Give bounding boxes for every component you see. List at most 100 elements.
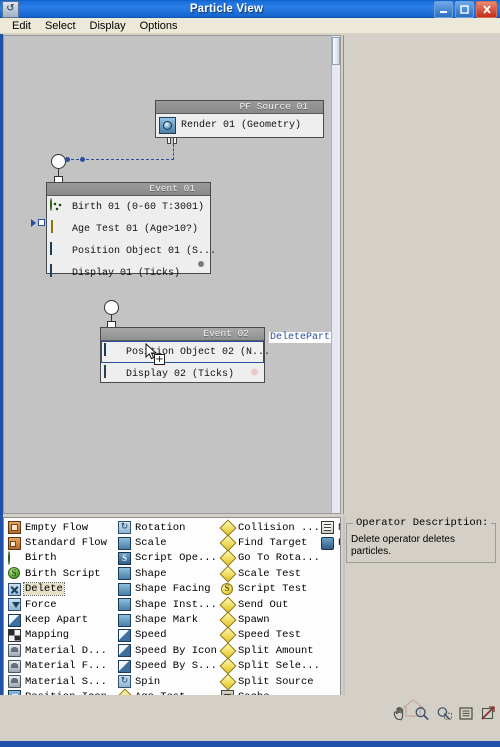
find-target-icon — [219, 534, 236, 552]
depot-item-shape[interactable]: Shape — [114, 566, 217, 581]
depot-item-label: Split Amount — [238, 644, 314, 657]
menu-item-select[interactable]: Select — [38, 19, 83, 33]
depot-item-birth[interactable]: Birth — [4, 550, 114, 566]
depot-item-go-to-rotation[interactable]: Go To Rota... — [217, 549, 320, 567]
shape-mark-icon — [118, 613, 131, 627]
zoom-extents-icon[interactable] — [457, 705, 475, 722]
menu-item-options[interactable]: Options — [133, 19, 185, 33]
event01-row-display[interactable]: Display 01 (Ticks) — [47, 262, 210, 284]
depot-item-shape-mark[interactable]: Shape Mark — [114, 612, 217, 627]
depot-column-1: Empty Flow Standard Flow Birth S Birth S… — [4, 520, 114, 710]
event02-row-label: Display 02 (Ticks) — [126, 368, 235, 380]
depot-item-scale[interactable]: Scale — [114, 535, 217, 550]
depot-item-label: Go To Rota... — [238, 552, 320, 565]
depot-item-force[interactable]: Force — [4, 597, 114, 612]
rotation-icon: ↻ — [118, 521, 131, 535]
depot-item-scale-test[interactable]: Scale Test — [217, 565, 317, 583]
speed-icon — [118, 628, 131, 642]
mapping-icon — [8, 628, 21, 642]
empty-flow-icon — [8, 521, 21, 535]
depot-item-shape-instance[interactable]: Shape Inst... — [114, 597, 217, 612]
depot-item-rotation[interactable]: ↻ Rotation — [114, 520, 217, 535]
event01-row-birth[interactable]: Birth 01 (0-60 T:3001) — [47, 196, 210, 218]
event01-node[interactable]: Event 01 Birth 01 (0-60 T:3001) Age Test… — [46, 182, 216, 279]
zoom-extents-selected-icon[interactable] — [479, 705, 497, 722]
event01-row-age-test[interactable]: Age Test 01 (Age>10?) — [47, 218, 210, 240]
depot-item-label: Material F... — [25, 660, 107, 673]
depot-item-empty-flow[interactable]: Empty Flow — [4, 520, 114, 535]
depot-item-label: Birth Script — [25, 567, 101, 580]
event01-age-test-output-pin[interactable] — [38, 219, 45, 226]
script-test-icon: S — [221, 582, 234, 596]
depot-item-label: Split Sele... — [238, 660, 320, 673]
pan-hand-icon[interactable] — [391, 705, 409, 722]
depot-item-collision-spawn[interactable]: Collision ... — [217, 519, 320, 537]
operator-description-text: Delete operator deletes particles. — [351, 534, 455, 557]
scale-test-icon — [219, 565, 236, 583]
display-icon — [50, 263, 67, 282]
event01-title[interactable]: Event 01 — [47, 183, 210, 196]
depot-item-shape-facing[interactable]: Shape Facing — [114, 582, 217, 597]
zoom-region-icon[interactable] — [435, 705, 453, 722]
event02-node[interactable]: Event 02 Position Object 02 (N... Displa… — [100, 327, 270, 385]
minimize-button[interactable] — [434, 0, 453, 18]
depot-item-speed-by-surface[interactable]: Speed By S... — [114, 659, 217, 674]
shape-icon — [118, 567, 131, 581]
depot-item-speed[interactable]: Speed — [114, 628, 217, 643]
pf-source-node[interactable]: PF Source 01 Render 01 (Geometry) — [155, 100, 324, 138]
depot-item-split-selected[interactable]: Split Sele... — [217, 657, 320, 675]
depot-item-spawn[interactable]: Spawn — [217, 611, 317, 629]
depot-item-keep-apart[interactable]: Keep Apart — [4, 612, 114, 627]
depot-item-delete[interactable]: Delete — [4, 582, 114, 597]
depot-item-mapping[interactable]: Mapping — [4, 628, 114, 643]
event02-title[interactable]: Event 02 — [101, 328, 264, 341]
event02-row-position-object[interactable]: Position Object 02 (N... — [101, 341, 270, 363]
menu-item-edit[interactable]: Edit — [5, 19, 38, 33]
canvas-vertical-scrollbar[interactable] — [331, 36, 340, 513]
depot-item-notes[interactable]: N — [317, 520, 340, 535]
operator-description-groupbox: Operator Description: Delete operator de… — [346, 517, 496, 563]
status-area — [3, 696, 379, 726]
depot-item-split-source[interactable]: Split Source — [217, 673, 317, 691]
depot-item-script-test[interactable]: S Script Test — [217, 582, 317, 597]
event02-row-display[interactable]: Display 02 (Ticks) — [101, 363, 264, 385]
event01-row-label: Display 01 (Ticks) — [72, 267, 181, 279]
event-canvas[interactable]: PF Source 01 Render 01 (Geometry) Event … — [4, 36, 331, 513]
depot-item-material-dynamic[interactable]: Material D... — [4, 643, 114, 658]
force-icon — [8, 598, 21, 612]
standard-flow-icon — [8, 536, 21, 550]
depot-item-birth-script[interactable]: S Birth Script — [4, 566, 114, 581]
maximize-button[interactable] — [455, 0, 474, 18]
depot-item-label: Script Ope... — [135, 552, 217, 565]
depot-item-label: Material S... — [25, 675, 107, 688]
depot-item-material-static[interactable]: Material S... — [4, 674, 114, 689]
app-icon: ↺ — [2, 0, 19, 18]
depot-item-find-target[interactable]: Find Target — [217, 534, 317, 552]
zoom-icon[interactable] — [413, 705, 431, 722]
depot-item-label: Split Source — [238, 675, 314, 688]
depot-item-speed-test[interactable]: Speed Test — [217, 626, 317, 644]
depot-item-render[interactable]: R — [317, 535, 340, 550]
depot-list[interactable]: Empty Flow Standard Flow Birth S Birth S… — [4, 518, 340, 710]
depot-item-split-amount[interactable]: Split Amount — [217, 642, 317, 660]
depot-item-send-out[interactable]: Send Out — [217, 596, 317, 614]
event01-input-socket[interactable] — [51, 154, 66, 169]
depot-item-label: Speed By S... — [135, 660, 217, 673]
canvas-vertical-scroll-thumb[interactable] — [332, 37, 340, 65]
depot-column-4: N R — [317, 520, 340, 710]
depot-item-script-operator[interactable]: S Script Ope... — [114, 551, 217, 566]
event02-display-dot — [251, 368, 258, 376]
event-canvas-panel: PF Source 01 Render 01 (Geometry) Event … — [3, 35, 341, 514]
depot-item-standard-flow[interactable]: Standard Flow — [4, 535, 114, 550]
depot-item-spin[interactable]: ↻ Spin — [114, 674, 217, 689]
menu-item-display[interactable]: Display — [83, 19, 133, 33]
event01-row-position-object[interactable]: Position Object 01 (S... — [47, 240, 216, 262]
depot-item-label: Speed By Icon — [135, 644, 217, 657]
depot-item-material-frequency[interactable]: Material F... — [4, 659, 114, 674]
event02-input-socket[interactable] — [104, 300, 119, 315]
close-button[interactable] — [476, 0, 497, 18]
depot-item-speed-by-icon[interactable]: Speed By Icon — [114, 643, 217, 658]
node-row-label: Render 01 (Geometry) — [181, 119, 302, 131]
pf-source-title[interactable]: PF Source 01 — [156, 101, 323, 114]
node-row-render[interactable]: Render 01 (Geometry) — [156, 114, 323, 136]
